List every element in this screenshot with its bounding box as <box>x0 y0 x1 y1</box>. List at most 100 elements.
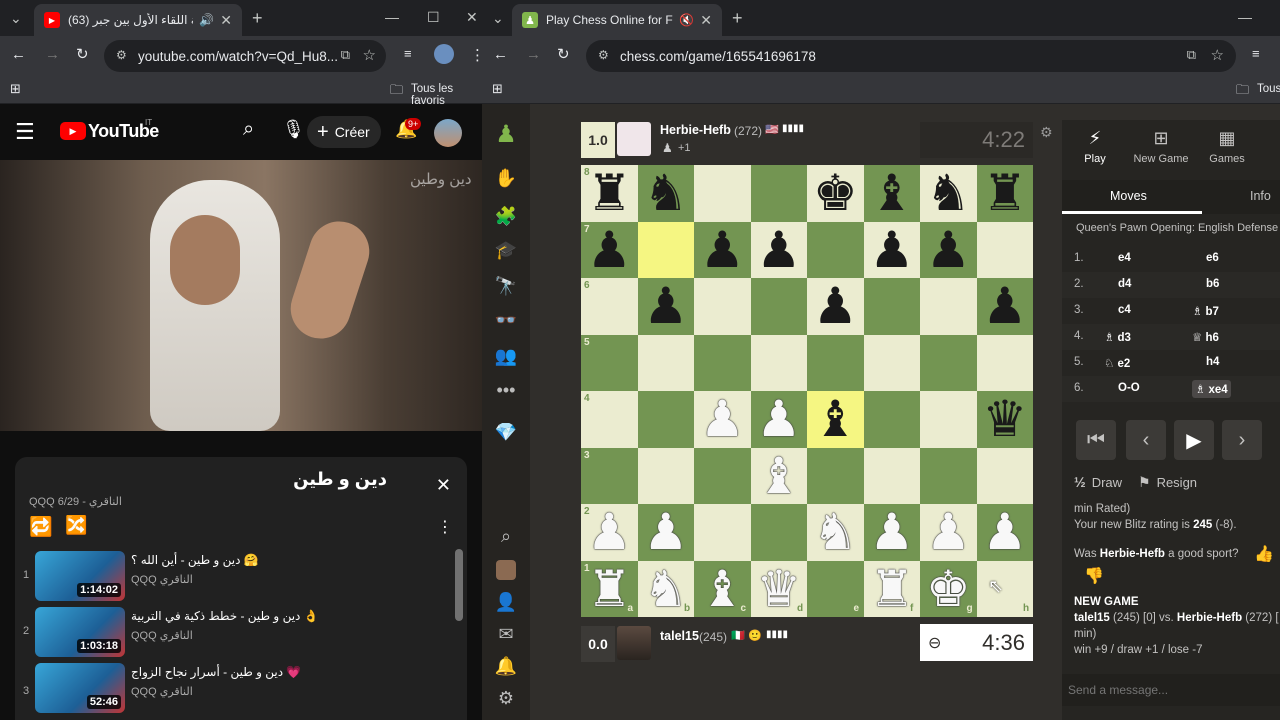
back-icon[interactable]: ← <box>493 46 508 63</box>
menu-kebab-icon[interactable]: ⋮ <box>470 46 482 64</box>
video-thumbnail[interactable]: 1:03:18 <box>35 607 125 657</box>
square-d5[interactable] <box>750 334 807 391</box>
thumbs-up-icon[interactable]: 👍 <box>1254 544 1274 564</box>
square-g4[interactable] <box>920 391 977 448</box>
square-c6[interactable] <box>694 278 751 335</box>
profile-avatar-icon[interactable] <box>494 558 518 582</box>
news-binoculars-icon[interactable]: 👓 <box>494 308 518 332</box>
white-king-icon[interactable]: ♚ <box>920 561 977 618</box>
square-d2[interactable] <box>750 504 807 561</box>
black-pawn-icon[interactable]: ♟ <box>807 278 864 335</box>
black-pawn-icon[interactable]: ♟ <box>977 278 1034 335</box>
chat-input[interactable] <box>1062 674 1280 706</box>
search-icon[interactable]: ⌕ <box>243 118 254 141</box>
square-d8[interactable] <box>750 165 807 222</box>
black-move[interactable]: e6 <box>1206 252 1219 264</box>
draw-button[interactable]: ½ Draw <box>1074 474 1122 490</box>
white-pawn-icon[interactable]: ♟ <box>977 504 1034 561</box>
social-icon[interactable]: 👥 <box>494 344 518 368</box>
chess-board[interactable]: 8 ♜ ♞ ♚ ♝ ♞ ♜ 7 ♟ ♟ ♟ ♟ ♟ 6 ♟ ♟ ♟ 5 4 ♟ ♟ ♝ ♛ 3 ♝ 2 ♟ ♟ ♞ ♟ ♟ ♟ 1 a ♜ b ♞ c ♝ d… <box>581 165 1033 617</box>
reload-icon[interactable]: ↻ <box>76 45 89 63</box>
square-f4[interactable] <box>863 391 920 448</box>
chess-logo-icon[interactable]: ♟ <box>494 121 518 148</box>
premium-diamond-icon[interactable]: 💎 <box>494 420 518 444</box>
loop-icon[interactable]: 🔁 <box>29 515 53 539</box>
more-icon[interactable]: ••• <box>494 378 518 402</box>
white-pawn-icon[interactable]: ♟ <box>864 504 921 561</box>
black-move[interactable]: ♕ h6 <box>1192 330 1219 344</box>
black-rook-icon[interactable]: ♜ <box>581 165 638 222</box>
notifications-icon[interactable]: 🔔 <box>494 654 518 678</box>
black-move[interactable]: ♗ b7 <box>1192 304 1219 318</box>
playlist-item[interactable]: 3 52:46 دين و طين - أسرار نجاح الزواج 💗 … <box>15 663 455 719</box>
square-b3[interactable] <box>637 447 694 504</box>
account-avatar[interactable] <box>434 119 462 147</box>
black-pawn-icon[interactable]: ♟ <box>694 222 751 279</box>
bottom-player-name[interactable]: talel15 <box>660 629 699 643</box>
reload-icon[interactable]: ↻ <box>557 45 570 63</box>
square-c5[interactable] <box>694 334 751 391</box>
white-move[interactable]: c4 <box>1118 304 1131 316</box>
resign-button[interactable]: ⚑ Resign <box>1138 474 1197 491</box>
site-info-icon[interactable]: ⚙ <box>116 48 127 62</box>
square-c3[interactable] <box>694 447 751 504</box>
opening-name[interactable]: Queen's Pawn Opening: English Defense <box>1076 222 1278 234</box>
square-f6[interactable] <box>863 278 920 335</box>
white-rook-icon[interactable]: ♜ <box>864 561 921 618</box>
puzzles-icon[interactable]: 🧩 <box>494 204 518 228</box>
white-move[interactable]: e4 <box>1118 252 1131 264</box>
prev-move-button[interactable]: ‹ <box>1126 420 1166 460</box>
apps-grid-icon[interactable]: ⊞ <box>492 81 503 97</box>
sidebar-search-icon[interactable]: ⌕ <box>494 524 518 548</box>
black-move[interactable]: h4 <box>1206 356 1219 368</box>
bookmark-star-icon[interactable]: ☆ <box>363 46 376 64</box>
black-move[interactable]: ♗ xe4 <box>1192 380 1231 398</box>
square-b4[interactable] <box>637 391 694 448</box>
square-c8[interactable] <box>694 165 751 222</box>
black-queen-icon[interactable]: ♛ <box>977 391 1034 448</box>
tab-youtube[interactable]: ▶ (63) لحظة اللقاء الأول بين جبر 🔊 ✕ <box>34 4 242 36</box>
next-move-button[interactable]: ▶ <box>1174 420 1214 460</box>
minimize-icon[interactable]: — <box>385 9 399 25</box>
square-e3[interactable] <box>807 447 864 504</box>
subtab-moves[interactable]: Moves <box>1110 189 1147 203</box>
top-player-avatar[interactable] <box>617 122 651 156</box>
square-b7[interactable] <box>637 221 694 278</box>
black-pawn-icon[interactable]: ♟ <box>751 222 808 279</box>
new-tab-icon[interactable]: + <box>252 8 263 29</box>
white-pawn-icon[interactable]: ♟ <box>638 504 695 561</box>
forward-icon[interactable]: → <box>526 46 541 63</box>
thumbs-down-icon[interactable]: 👎 <box>1084 566 1104 586</box>
square-e5[interactable] <box>807 334 864 391</box>
black-pawn-icon[interactable]: ♟ <box>920 222 977 279</box>
white-rook-icon[interactable]: ♜ <box>581 561 638 618</box>
black-king-icon[interactable]: ♚ <box>807 165 864 222</box>
black-bishop-icon[interactable]: ♝ <box>807 391 864 448</box>
tab-games[interactable]: ▦ Games <box>1202 128 1252 165</box>
back-icon[interactable]: ← <box>11 46 26 63</box>
playlist-scrollbar[interactable] <box>455 549 463 621</box>
playlist-title[interactable]: دين و طين <box>293 469 387 490</box>
bookmark-star-icon[interactable]: ☆ <box>1211 46 1224 64</box>
shuffle-icon[interactable]: 🔀 <box>65 515 87 536</box>
tab-play[interactable]: ⚡ Play <box>1074 128 1116 165</box>
reading-list-icon[interactable]: ≡ <box>404 46 412 61</box>
play-hand-icon[interactable]: ✋ <box>494 166 518 190</box>
watch-icon[interactable]: 🔭 <box>494 274 518 298</box>
square-b5[interactable] <box>637 334 694 391</box>
square-g3[interactable] <box>920 447 977 504</box>
black-pawn-icon[interactable]: ♟ <box>864 222 921 279</box>
site-info-icon[interactable]: ⚙ <box>598 48 609 62</box>
white-bishop-icon[interactable]: ♝ <box>694 561 751 618</box>
tab-audio-icon[interactable]: 🔊 <box>199 13 214 27</box>
square-h5[interactable] <box>976 334 1033 391</box>
white-knight-icon[interactable]: ♞ <box>638 561 695 618</box>
tab-search-icon[interactable]: ⌄ <box>492 10 504 27</box>
video-player[interactable]: دين وطين <box>0 160 482 431</box>
square-h7[interactable] <box>976 221 1033 278</box>
tab-chess[interactable]: ♟ Play Chess Online for FREE 🔇 ✕ <box>512 4 722 36</box>
forward-icon[interactable]: → <box>45 46 60 63</box>
square-e7[interactable] <box>807 221 864 278</box>
white-move[interactable]: d4 <box>1118 278 1131 290</box>
close-window-icon[interactable]: ✕ <box>466 9 478 26</box>
